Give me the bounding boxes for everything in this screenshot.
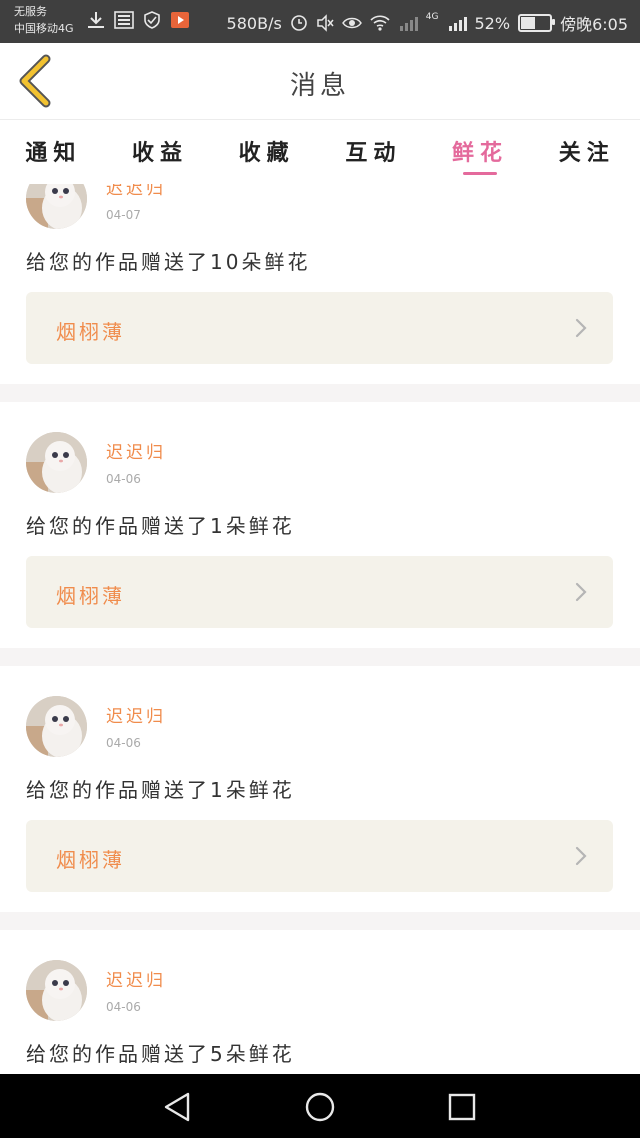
message-text: 给您的作品赠送了5朵鲜花	[26, 1042, 295, 1066]
tab-favorites[interactable]: 收藏	[213, 120, 320, 184]
list-item: 迟迟归 04-06 给您的作品赠送了1朵鲜花 烟栩薄	[0, 666, 640, 912]
username[interactable]: 迟迟归	[106, 966, 166, 991]
eye-comfort-icon	[341, 17, 362, 29]
active-tab-indicator	[463, 172, 498, 175]
work-title: 烟栩薄	[56, 584, 125, 608]
work-title: 烟栩薄	[56, 848, 125, 872]
tab-label: 收藏	[238, 141, 295, 166]
wifi-icon	[370, 15, 390, 31]
tab-label: 鲜花	[452, 141, 509, 166]
video-app-icon	[171, 12, 189, 28]
tab-notifications[interactable]: 通知	[0, 120, 107, 184]
separator	[0, 384, 640, 402]
data-saver-icon	[290, 15, 307, 31]
network-speed: 580B/s	[226, 13, 282, 33]
message-text: 给您的作品赠送了10朵鲜花	[26, 250, 311, 274]
status-bar: 无服务 中国移动4G 580B/s 4G 52% 傍晚6:05	[0, 0, 640, 43]
square-recents-icon	[448, 1093, 476, 1121]
tab-following[interactable]: 关注	[533, 120, 640, 184]
message-date: 04-07	[106, 208, 141, 222]
flower-message-list[interactable]: 迟迟归 04-07 给您的作品赠送了10朵鲜花 烟栩薄 迟迟归 04-06 给您…	[0, 184, 640, 1074]
cat-avatar-icon	[26, 432, 87, 493]
avatar[interactable]	[26, 696, 87, 757]
separator	[0, 912, 640, 930]
signal-weak-icon	[399, 17, 418, 31]
page-title: 消息	[289, 71, 350, 101]
shield-check-icon	[144, 11, 160, 29]
mute-icon	[317, 14, 334, 32]
work-link-card[interactable]: 烟栩薄	[26, 556, 613, 628]
cat-avatar-icon	[26, 184, 87, 229]
network-type-label: 4G	[425, 12, 439, 22]
work-link-card[interactable]: 烟栩薄	[26, 292, 613, 364]
cat-avatar-icon	[26, 696, 87, 757]
carrier-info: 无服务 中国移动4G	[14, 3, 74, 37]
message-text: 给您的作品赠送了1朵鲜花	[26, 514, 295, 538]
battery-icon	[518, 14, 556, 32]
nav-back-button[interactable]	[160, 1090, 194, 1124]
work-link-card[interactable]: 烟栩薄	[26, 820, 613, 892]
tab-label: 互动	[345, 141, 402, 166]
chevron-right-icon	[575, 318, 587, 338]
list-item: 迟迟归 04-06 给您的作品赠送了1朵鲜花 烟栩薄	[0, 402, 640, 648]
signal-strong-icon	[448, 17, 467, 31]
separator	[0, 648, 640, 666]
message-date: 04-06	[106, 736, 141, 750]
tab-interactions[interactable]: 互动	[320, 120, 427, 184]
tab-earnings[interactable]: 收益	[107, 120, 214, 184]
triangle-back-icon	[164, 1092, 190, 1122]
chevron-right-icon	[575, 846, 587, 866]
download-icon	[88, 12, 104, 28]
message-text: 给您的作品赠送了1朵鲜花	[26, 778, 295, 802]
nav-home-button[interactable]	[303, 1090, 337, 1124]
storage-icon	[114, 11, 134, 29]
message-date: 04-06	[106, 1000, 141, 1014]
battery-percent: 52%	[474, 13, 511, 33]
battery-fill	[521, 17, 536, 29]
list-item: 迟迟归 04-06 给您的作品赠送了5朵鲜花	[0, 930, 640, 1074]
tab-label: 关注	[558, 141, 615, 166]
system-nav-bar	[0, 1074, 640, 1138]
tab-flowers[interactable]: 鲜花	[427, 120, 534, 184]
circle-home-icon	[305, 1092, 335, 1122]
tab-label: 通知	[25, 141, 82, 166]
system-status: 580B/s 4G 52% 傍晚6:05	[227, 11, 628, 35]
nav-recents-button[interactable]	[445, 1090, 479, 1124]
avatar[interactable]	[26, 960, 87, 1021]
cat-avatar-icon	[26, 960, 87, 1021]
avatar[interactable]	[26, 184, 87, 229]
username[interactable]: 迟迟归	[106, 702, 166, 727]
chevron-right-icon	[575, 582, 587, 602]
carrier-line-2: 中国移动4G	[14, 22, 74, 35]
notification-icons	[86, 11, 190, 29]
tab-bar: 通知 收益 收藏 互动 鲜花 关注	[0, 120, 640, 184]
username[interactable]: 迟迟归	[106, 438, 166, 463]
work-title: 烟栩薄	[56, 320, 125, 344]
message-date: 04-06	[106, 472, 141, 486]
clock: 傍晚6:05	[560, 15, 628, 34]
carrier-line-1: 无服务	[14, 5, 47, 18]
username[interactable]: 迟迟归	[106, 184, 166, 199]
tab-label: 收益	[132, 141, 189, 166]
list-item: 迟迟归 04-07 给您的作品赠送了10朵鲜花 烟栩薄	[0, 184, 640, 384]
avatar[interactable]	[26, 432, 87, 493]
app-header: 消息	[0, 43, 640, 120]
